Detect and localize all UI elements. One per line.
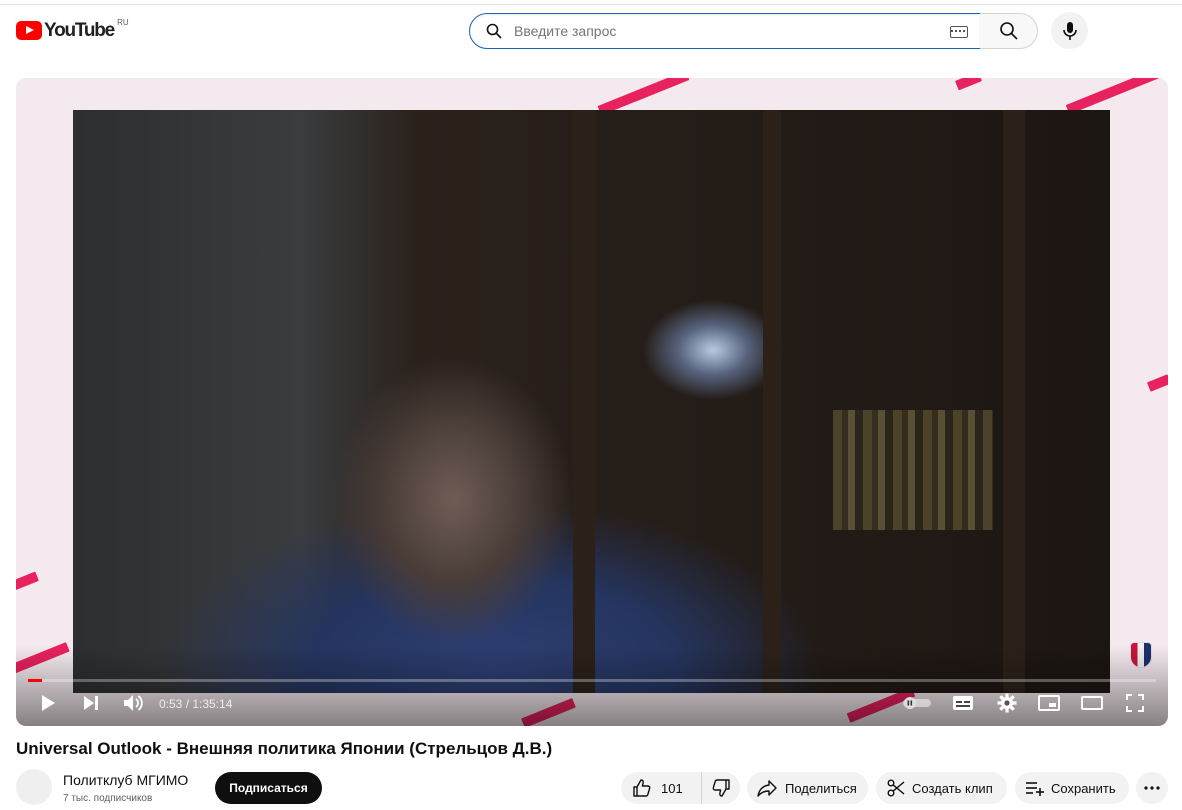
voice-search-button[interactable] bbox=[1051, 12, 1088, 49]
miniplayer-button[interactable] bbox=[1036, 688, 1062, 718]
subtitles-button[interactable] bbox=[950, 688, 976, 718]
channel-avatar[interactable] bbox=[16, 769, 52, 805]
youtube-logo[interactable]: YouTube RU bbox=[16, 18, 129, 42]
clip-label: Создать клип bbox=[912, 780, 993, 796]
share-icon bbox=[757, 779, 777, 797]
thumbs-down-icon bbox=[711, 778, 731, 798]
search-box[interactable] bbox=[469, 13, 981, 49]
search-icon bbox=[486, 23, 502, 39]
decorative-stripe bbox=[16, 571, 39, 591]
theater-mode-icon bbox=[1081, 696, 1103, 710]
subscribe-button[interactable]: Подписаться bbox=[215, 772, 322, 804]
thumbs-up-icon bbox=[632, 778, 652, 798]
decorative-stripe bbox=[955, 78, 982, 91]
miniplayer-icon bbox=[1038, 695, 1060, 711]
like-button[interactable]: 101 bbox=[621, 772, 702, 804]
search-input[interactable] bbox=[514, 23, 934, 39]
subtitles-icon bbox=[953, 696, 973, 710]
volume-button[interactable] bbox=[119, 688, 149, 718]
next-button[interactable] bbox=[77, 688, 105, 718]
video-scene bbox=[573, 110, 595, 693]
keyboard-icon[interactable] bbox=[950, 26, 968, 38]
video-title: Universal Outlook - Внешняя политика Япо… bbox=[16, 739, 553, 758]
decorative-stripe bbox=[1146, 374, 1168, 392]
share-label: Поделиться bbox=[785, 780, 857, 796]
volume-icon bbox=[124, 695, 143, 711]
country-code: RU bbox=[117, 18, 129, 27]
progress-bar[interactable] bbox=[28, 679, 1156, 682]
scissors-icon bbox=[887, 779, 905, 797]
fullscreen-icon bbox=[1126, 694, 1144, 712]
save-label: Сохранить bbox=[1051, 780, 1116, 796]
skip-next-icon bbox=[84, 696, 98, 710]
play-icon bbox=[42, 695, 55, 711]
microphone-icon bbox=[1062, 21, 1077, 40]
save-button[interactable]: Сохранить bbox=[1015, 772, 1129, 804]
channel-name[interactable]: Политклуб МГИМО bbox=[63, 772, 188, 788]
top-divider bbox=[0, 4, 1182, 5]
clip-button[interactable]: Создать клип bbox=[876, 772, 1007, 804]
settings-button[interactable] bbox=[994, 688, 1020, 718]
logo-text: YouTube bbox=[44, 20, 115, 41]
more-actions-button[interactable] bbox=[1136, 772, 1168, 804]
play-button[interactable] bbox=[34, 688, 62, 718]
like-dislike-group: 101 bbox=[621, 772, 740, 804]
like-count: 101 bbox=[661, 780, 683, 796]
video-player[interactable]: 0:53 / 1:35:14 bbox=[16, 78, 1168, 726]
gear-icon bbox=[997, 693, 1017, 713]
search-icon bbox=[999, 22, 1018, 40]
more-horizontal-icon bbox=[1144, 786, 1160, 790]
video-frame bbox=[73, 110, 1110, 693]
subscriber-count: 7 тыс. подписчиков bbox=[63, 793, 153, 804]
search-button[interactable] bbox=[980, 13, 1038, 49]
fullscreen-button[interactable] bbox=[1122, 688, 1148, 718]
autoplay-toggle-icon bbox=[903, 697, 931, 709]
decorative-stripe bbox=[1065, 78, 1163, 115]
dislike-button[interactable] bbox=[702, 772, 740, 804]
add-to-playlist-icon bbox=[1025, 780, 1045, 796]
progress-played bbox=[28, 679, 42, 682]
share-button[interactable]: Поделиться bbox=[747, 772, 868, 804]
youtube-play-logo-icon bbox=[16, 21, 42, 40]
autoplay-toggle[interactable] bbox=[900, 688, 934, 718]
theater-mode-button[interactable] bbox=[1079, 688, 1105, 718]
time-display: 0:53 / 1:35:14 bbox=[159, 697, 233, 711]
